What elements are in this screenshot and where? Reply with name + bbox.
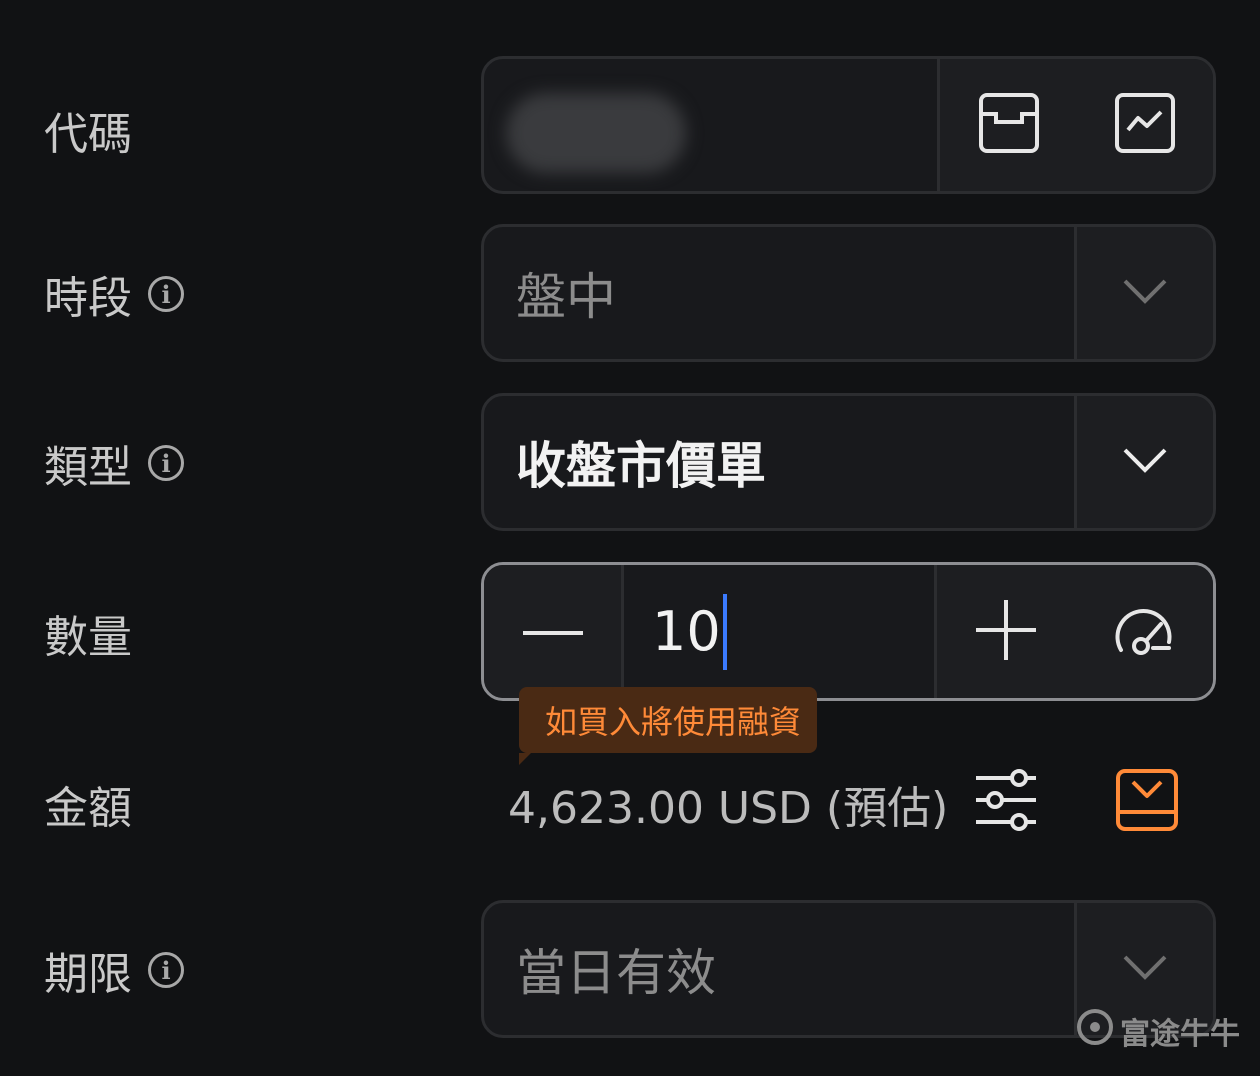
gauge-icon xyxy=(1111,602,1177,662)
chevron-down-icon xyxy=(1122,953,1168,985)
code-input-box[interactable] xyxy=(481,56,1216,194)
quantity-value: 10 xyxy=(652,600,721,663)
amount-value: 4,623.00 USD (預估) xyxy=(508,783,949,834)
margin-tooltip: 如買入將使用融資 xyxy=(519,687,818,765)
session-value: 盤中 xyxy=(516,268,616,326)
validity-value: 當日有效 xyxy=(516,944,716,1002)
session-dropdown-button[interactable] xyxy=(1074,227,1213,359)
sliders-icon[interactable] xyxy=(973,768,1039,836)
order-type-value: 收盤市價單 xyxy=(516,437,766,495)
increase-button[interactable] xyxy=(937,565,1075,698)
quantity-stepper[interactable]: 10 xyxy=(481,562,1216,701)
order-type-value-area[interactable]: 收盤市價單 xyxy=(484,396,1074,528)
validity-label-text: 期限 xyxy=(44,949,132,1000)
max-quantity-button[interactable] xyxy=(1075,565,1213,698)
code-label: 代碼 xyxy=(44,100,132,160)
session-label: 時段 i xyxy=(44,264,184,324)
tray-download-icon[interactable] xyxy=(1115,768,1179,836)
type-label: 類型 i xyxy=(44,433,184,493)
quantity-label-text: 數量 xyxy=(44,612,132,663)
session-label-text: 時段 xyxy=(44,273,132,324)
session-select[interactable]: 盤中 xyxy=(481,224,1216,362)
type-label-text: 類型 xyxy=(44,442,132,493)
chevron-down-icon xyxy=(1122,277,1168,309)
redacted-code xyxy=(506,93,686,173)
code-label-text: 代碼 xyxy=(44,109,132,160)
validity-value-area[interactable]: 當日有效 xyxy=(484,903,1074,1035)
amount-label-text: 金額 xyxy=(44,783,132,834)
trend-chart-icon xyxy=(1114,92,1176,158)
decrease-button[interactable] xyxy=(484,565,624,698)
plus-icon xyxy=(976,599,1036,664)
code-input[interactable] xyxy=(484,59,937,191)
order-type-select[interactable]: 收盤市價單 xyxy=(481,393,1216,531)
session-info-icon[interactable]: i xyxy=(148,276,184,312)
futu-logo-icon xyxy=(1076,1008,1114,1054)
amount-label: 金額 xyxy=(44,774,132,834)
session-value-area[interactable]: 盤中 xyxy=(484,227,1074,359)
quantity-input[interactable]: 10 xyxy=(624,565,937,698)
chevron-down-icon xyxy=(1122,446,1168,478)
watchlist-box-icon xyxy=(978,92,1040,158)
margin-tooltip-text: 如買入將使用融資 xyxy=(545,703,802,741)
watermark: 富途牛牛 xyxy=(1076,1008,1240,1054)
validity-label: 期限 i xyxy=(44,940,184,1000)
watchlist-button[interactable] xyxy=(937,59,1077,191)
quantity-label: 數量 xyxy=(44,603,132,663)
type-info-icon[interactable]: i xyxy=(148,445,184,481)
text-caret xyxy=(722,593,727,670)
validity-info-icon[interactable]: i xyxy=(148,952,184,988)
chart-button[interactable] xyxy=(1077,59,1213,191)
watermark-text: 富途牛牛 xyxy=(1120,1017,1240,1052)
minus-icon xyxy=(522,622,583,641)
order-type-dropdown-button[interactable] xyxy=(1074,396,1213,528)
